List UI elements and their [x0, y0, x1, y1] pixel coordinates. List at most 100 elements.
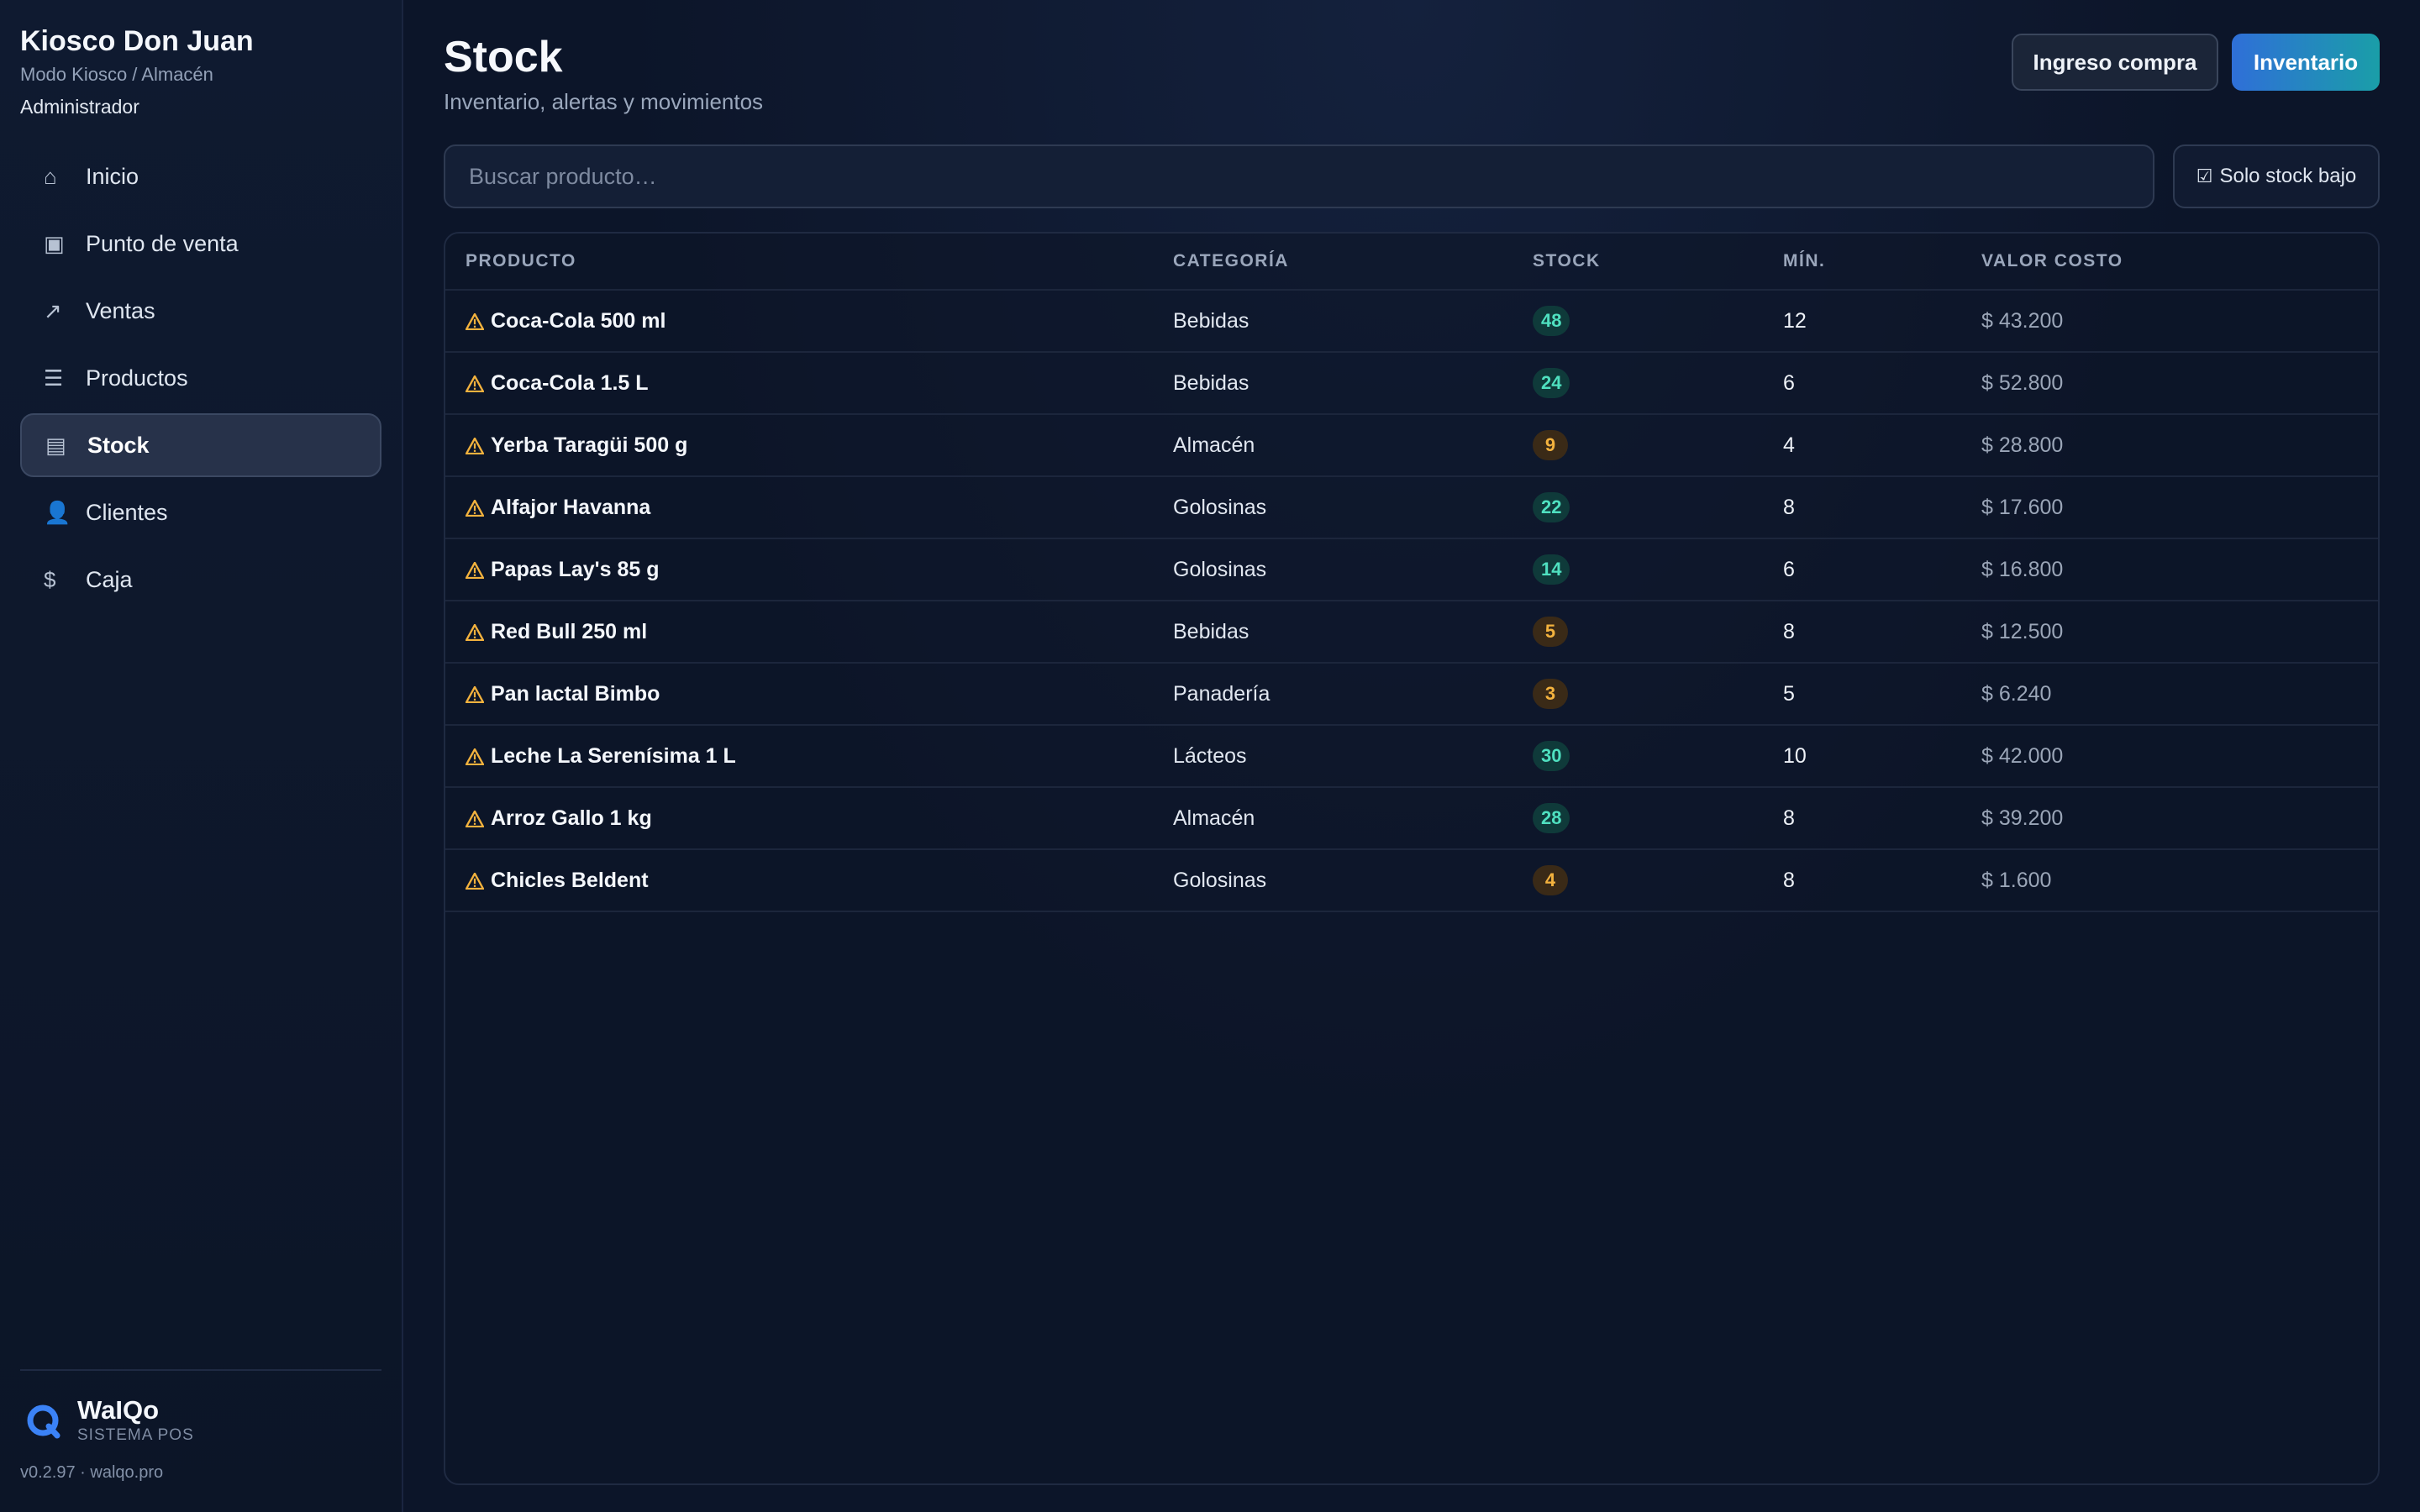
trend-icon: ↗ — [44, 297, 62, 323]
sidebar-item-ventas[interactable]: ↗ Ventas — [20, 279, 381, 343]
stock-cell: 14 — [1533, 539, 1570, 600]
product-name: Red Bull 250 ml — [491, 619, 648, 643]
stock-cell: 30 — [1533, 726, 1570, 786]
sidebar-item-label: Productos — [86, 365, 188, 391]
table-row[interactable]: Red Bull 250 ml Bebidas 5 8 $ 12.500 — [445, 601, 2378, 664]
table-row[interactable]: Papas Lay's 85 g Golosinas 14 6 $ 16.800 — [445, 539, 2378, 601]
product-cell: Coca-Cola 500 ml — [465, 291, 666, 351]
cost-cell: $ 16.800 — [1981, 557, 2064, 581]
user-role: Administrador — [20, 96, 139, 118]
table-row[interactable]: Chicles Beldent Golosinas 4 8 $ 1.600 — [445, 850, 2378, 912]
sidebar-item-productos[interactable]: ☰ Productos — [20, 346, 381, 410]
warning-icon — [465, 871, 486, 890]
inventory-button[interactable]: Inventario — [2232, 34, 2380, 91]
stock-cell: 28 — [1533, 788, 1570, 848]
store-name: Kiosco Don Juan — [20, 25, 254, 57]
table-header: PRODUCTO CATEGORÍA STOCK MÍN. VALOR COST… — [445, 234, 2378, 291]
sidebar-item-caja[interactable]: $ Caja — [20, 548, 381, 612]
logo-tagline: SISTEMA POS — [77, 1426, 194, 1444]
column-header-category[interactable]: CATEGORÍA — [1173, 234, 1289, 289]
stock-cell: 4 — [1533, 850, 1568, 911]
sidebar-item-punto-de-venta[interactable]: ▣ Punto de venta — [20, 212, 381, 276]
product-cell: Coca-Cola 1.5 L — [465, 353, 649, 413]
product-name: Alfajor Havanna — [491, 495, 651, 519]
user-icon: 👤 — [44, 499, 71, 525]
column-header-product[interactable]: PRODUCTO — [466, 234, 576, 289]
warning-icon — [465, 374, 486, 393]
category-cell: Golosinas — [1173, 557, 1267, 581]
warning-icon — [465, 436, 486, 455]
sidebar-item-label: Ventas — [86, 297, 155, 323]
low-stock-label: Solo stock bajo — [2219, 165, 2357, 187]
product-cell: Papas Lay's 85 g — [465, 539, 660, 600]
version-label: v0.2.97 · walqo.pro — [20, 1463, 164, 1482]
min-cell: 8 — [1783, 619, 1795, 643]
category-cell: Almacén — [1173, 806, 1255, 830]
purchase-entry-button[interactable]: Ingreso compra — [2012, 34, 2218, 91]
min-cell: 5 — [1783, 681, 1795, 706]
min-cell: 12 — [1783, 308, 1807, 333]
column-header-min[interactable]: MÍN. — [1783, 234, 1825, 289]
table-row[interactable]: Coca-Cola 1.5 L Bebidas 24 6 $ 52.800 — [445, 353, 2378, 415]
stock-badge: 4 — [1533, 865, 1568, 895]
store-mode: Modo Kiosco / Almacén — [20, 64, 213, 85]
table-row[interactable]: Alfajor Havanna Golosinas 22 8 $ 17.600 — [445, 477, 2378, 539]
sidebar: Kiosco Don Juan Modo Kiosco / Almacén Ad… — [0, 0, 403, 1512]
category-cell: Lácteos — [1173, 743, 1247, 768]
cost-cell: $ 6.240 — [1981, 681, 2052, 706]
sidebar-item-label: Inicio — [86, 163, 139, 189]
warning-icon — [465, 312, 486, 331]
stock-cell: 3 — [1533, 664, 1568, 724]
page-subtitle: Inventario, alertas y movimientos — [444, 89, 764, 114]
min-cell: 6 — [1783, 557, 1795, 581]
warning-icon — [465, 560, 486, 580]
cost-cell: $ 52.800 — [1981, 370, 2064, 395]
list-icon: ☰ — [44, 365, 64, 391]
stock-badge: 28 — [1533, 803, 1570, 833]
sidebar-nav: ⌂ Inicio ▣ Punto de venta ↗ Ventas ☰ Productos ▤… — [20, 144, 381, 615]
category-cell: Almacén — [1173, 433, 1255, 457]
table-row[interactable]: Arroz Gallo 1 kg Almacén 28 8 $ 39.200 — [445, 788, 2378, 850]
table-row[interactable]: Pan lactal Bimbo Panadería 3 5 $ 6.240 — [445, 664, 2378, 726]
walqo-logo-icon — [27, 1404, 60, 1439]
stock-badge: 30 — [1533, 741, 1570, 771]
product-cell: Arroz Gallo 1 kg — [465, 788, 652, 848]
min-cell: 6 — [1783, 370, 1795, 395]
category-cell: Bebidas — [1173, 619, 1249, 643]
stock-cell: 22 — [1533, 477, 1570, 538]
home-icon: ⌂ — [44, 163, 57, 189]
sidebar-item-label: Caja — [86, 566, 133, 592]
cost-cell: $ 17.600 — [1981, 495, 2064, 519]
product-cell: Leche La Serenísima 1 L — [465, 726, 736, 786]
min-cell: 8 — [1783, 495, 1795, 519]
min-cell: 10 — [1783, 743, 1807, 768]
table-row[interactable]: Yerba Taragüi 500 g Almacén 9 4 $ 28.800 — [445, 415, 2378, 477]
low-stock-toggle[interactable]: ☑ Solo stock bajo — [2173, 144, 2380, 208]
warning-icon — [465, 622, 486, 642]
dollar-icon: $ — [44, 566, 56, 592]
product-name: Yerba Taragüi 500 g — [491, 433, 688, 457]
brand-logo: WaIQo SISTEMA POS — [25, 1396, 194, 1446]
sidebar-item-clientes[interactable]: 👤 Clientes — [20, 480, 381, 544]
sidebar-item-inicio[interactable]: ⌂ Inicio — [20, 144, 381, 208]
logo-name: WaIQo — [77, 1395, 160, 1425]
column-header-stock[interactable]: STOCK — [1533, 234, 1601, 289]
product-name: Papas Lay's 85 g — [491, 557, 660, 581]
stock-badge: 14 — [1533, 554, 1570, 585]
sidebar-footer: WaIQo SISTEMA POS v0.2.97 · walqo.pro — [20, 1369, 381, 1482]
sidebar-item-label: Stock — [87, 432, 150, 458]
stock-cell: 48 — [1533, 291, 1570, 351]
table-row[interactable]: Leche La Serenísima 1 L Lácteos 30 10 $ 42.0… — [445, 726, 2378, 788]
cost-cell: $ 43.200 — [1981, 308, 2064, 333]
stock-cell: 9 — [1533, 415, 1568, 475]
category-cell: Bebidas — [1173, 308, 1249, 333]
search-input[interactable] — [444, 144, 2154, 208]
sidebar-item-stock[interactable]: ▤ Stock — [20, 413, 381, 477]
cost-cell: $ 42.000 — [1981, 743, 2064, 768]
column-header-cost[interactable]: VALOR COSTO — [1981, 234, 2123, 289]
stock-badge: 22 — [1533, 492, 1570, 522]
category-cell: Panadería — [1173, 681, 1270, 706]
table-row[interactable]: Coca-Cola 500 ml Bebidas 48 12 $ 43.200 — [445, 291, 2378, 353]
pos-icon: ▣ — [44, 230, 65, 256]
product-name: Coca-Cola 1.5 L — [491, 370, 649, 395]
